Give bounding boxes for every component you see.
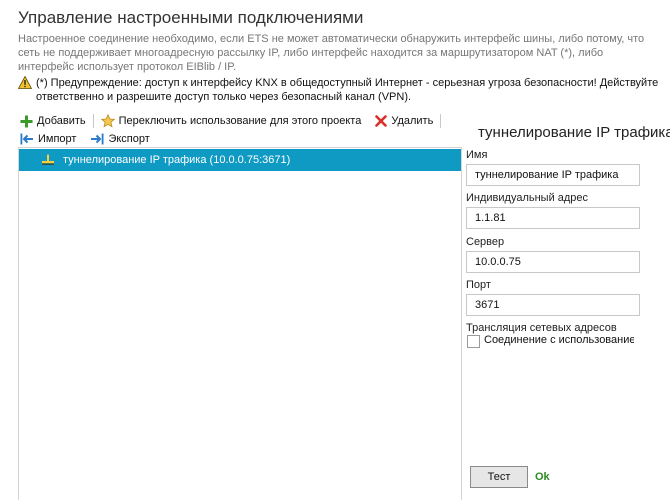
delete-button[interactable]: Удалить (373, 115, 435, 127)
description-text: Настроенное соединение необходимо, если … (18, 33, 645, 73)
export-button[interactable]: Экспорт (88, 133, 151, 145)
toolbar-divider (440, 114, 442, 128)
port-label: Порт (466, 279, 491, 291)
toolbar-secondary: Импорт Экспорт (18, 130, 152, 148)
nat-checkbox[interactable] (467, 335, 480, 348)
details-title: туннелирование IP трафика (478, 124, 670, 141)
export-icon (91, 133, 104, 145)
name-label: Имя (466, 149, 488, 161)
import-button[interactable]: Импорт (18, 133, 78, 145)
list-item[interactable]: туннелирование IP трафика (10.0.0.75:367… (19, 149, 461, 171)
plus-icon (20, 115, 33, 127)
warning-icon (18, 76, 32, 89)
import-icon (20, 133, 33, 145)
connection-icon (42, 154, 54, 165)
test-status: Ok (535, 471, 550, 483)
add-button[interactable]: Добавить (18, 115, 88, 128)
connections-list[interactable]: туннелирование IP трафика (10.0.0.75:367… (18, 147, 462, 500)
toggle-project-usage-label: Переключить использование для этого прое… (118, 115, 362, 127)
server-input[interactable] (466, 251, 640, 273)
star-icon (100, 114, 115, 128)
name-input[interactable] (466, 164, 640, 186)
toolbar: Добавить Переключить использование для э… (18, 112, 446, 130)
individual-address-input[interactable] (466, 207, 640, 229)
delete-button-label: Удалить (391, 115, 434, 127)
details-header: туннелирование IP трафика (470, 124, 670, 141)
delete-x-icon (375, 115, 388, 127)
server-label: Сервер (466, 236, 505, 248)
toggle-project-usage-button[interactable]: Переключить использование для этого прое… (99, 114, 364, 128)
page-title: Управление настроенными подключениями (18, 8, 364, 27)
warning-text: (*) Предупреждение: доступ к интерфейсу … (36, 77, 659, 103)
port-input[interactable] (466, 294, 640, 316)
list-item-label: туннелирование IP трафика (10.0.0.75:367… (63, 154, 291, 166)
test-button[interactable]: Тест (470, 466, 528, 488)
add-button-label: Добавить (37, 115, 86, 127)
nat-label: Трансляция сетевых адресов (466, 322, 617, 334)
individual-address-label: Индивидуальный адрес (466, 192, 589, 204)
nat-checkbox-label: Соединение с использованием... (484, 334, 634, 346)
import-button-label: Импорт (38, 133, 77, 145)
toolbar-divider (92, 114, 94, 128)
details-panel: туннелирование IP трафика Имя Индивидуал… (462, 118, 672, 500)
export-button-label: Экспорт (108, 133, 150, 145)
